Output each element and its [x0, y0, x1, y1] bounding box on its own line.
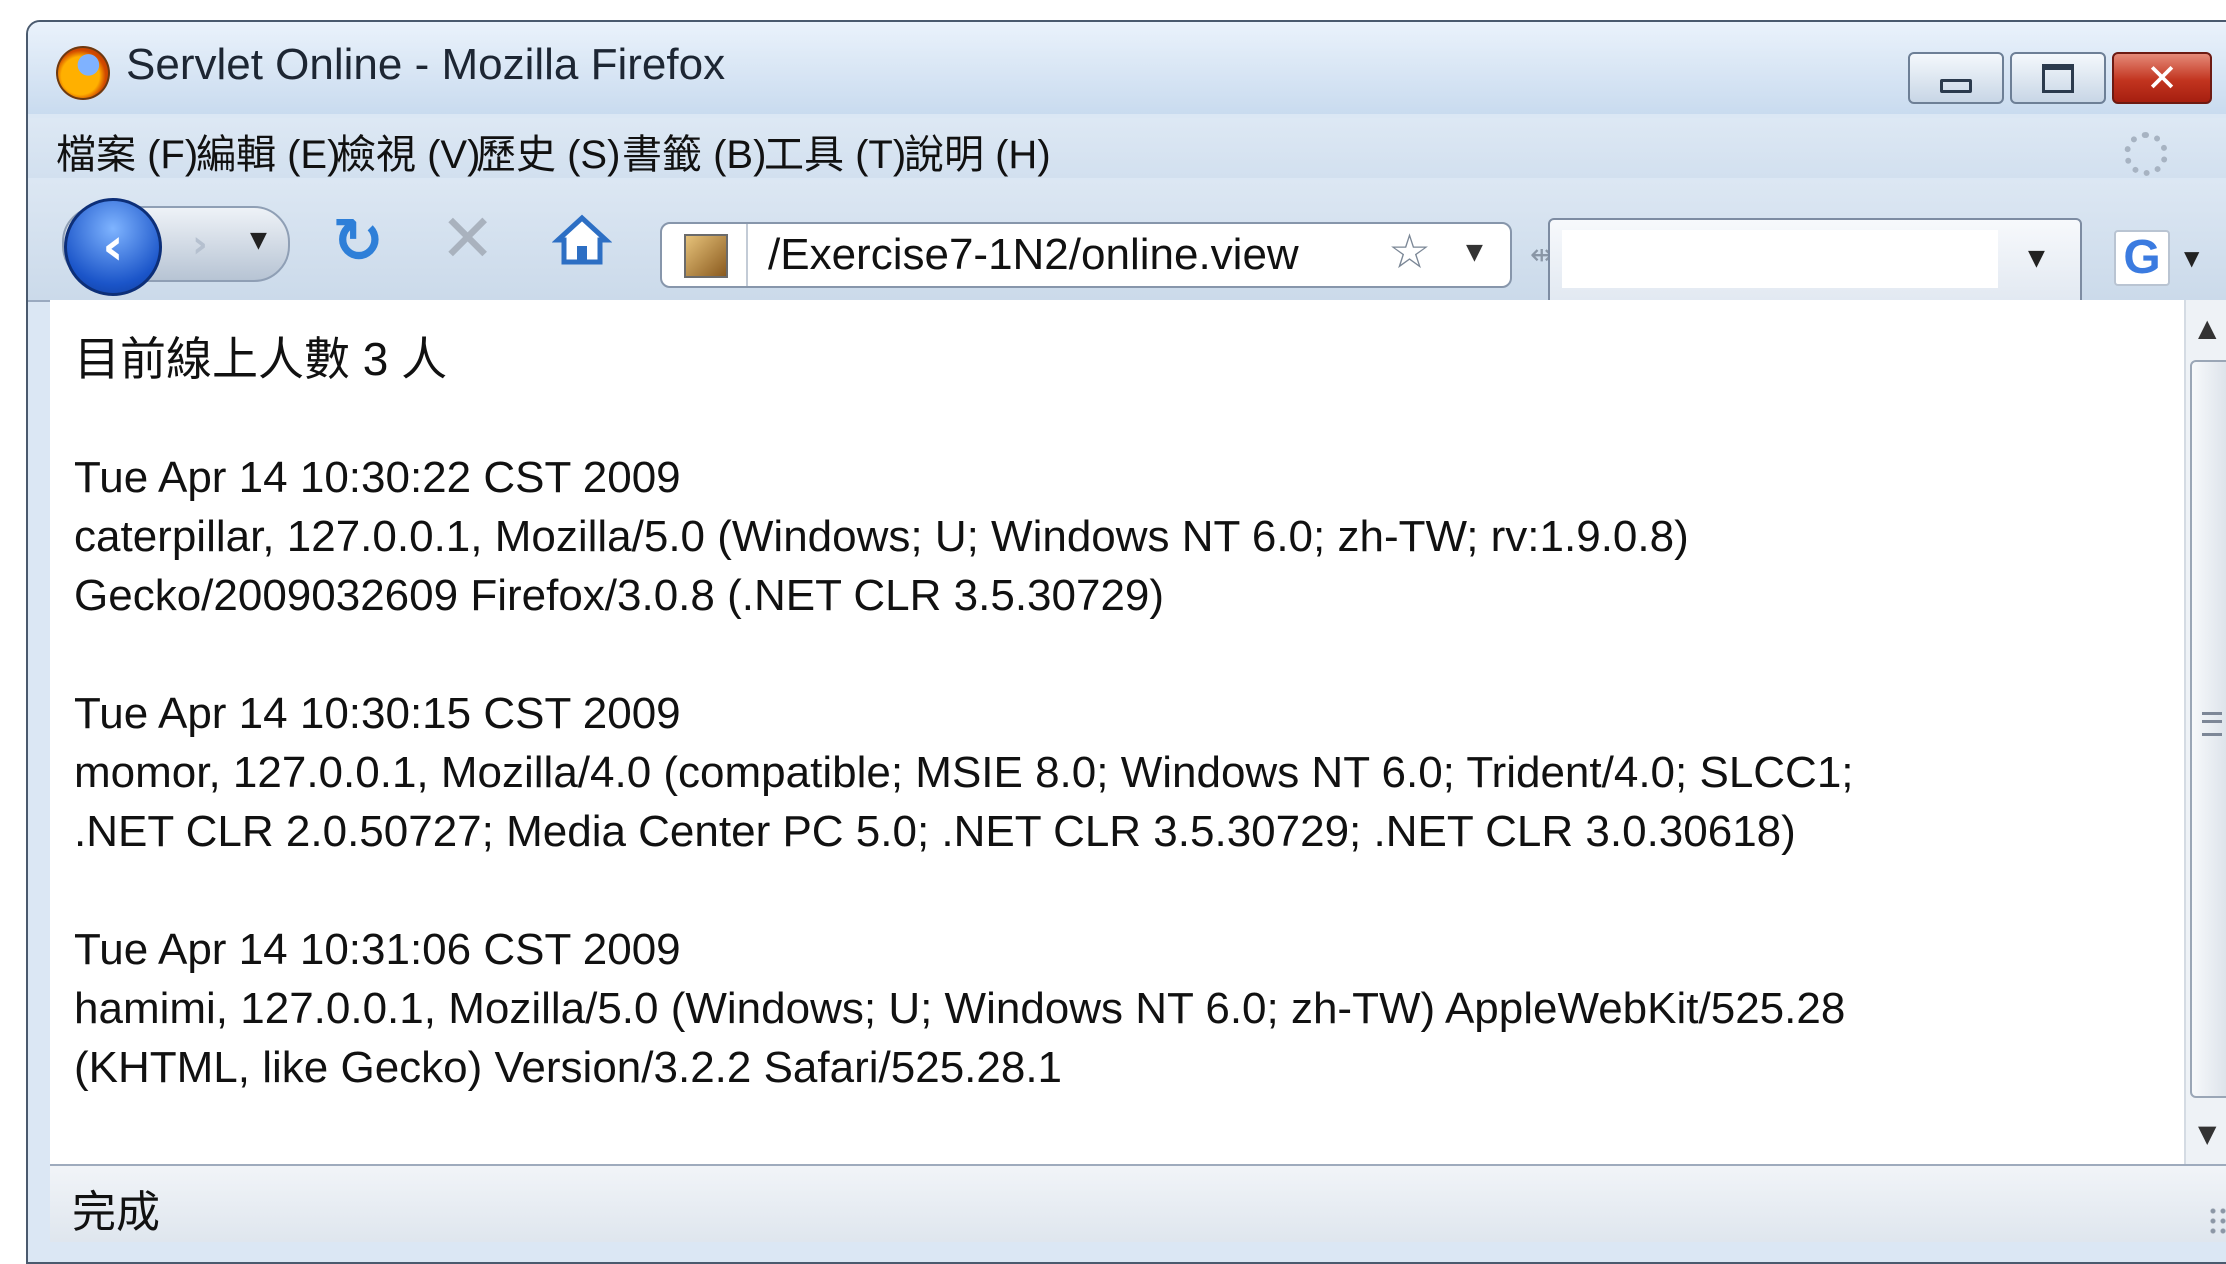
maximize-icon: [2042, 63, 2074, 93]
session-time: Tue Apr 14 10:30:15 CST 2009: [74, 689, 681, 738]
session-entry: Tue Apr 14 10:30:22 CST 2009 caterpillar…: [74, 448, 2154, 625]
minimize-button[interactable]: [1908, 52, 2004, 104]
url-text[interactable]: /Exercise7-1N2/online.view: [768, 230, 1299, 280]
page-content: 目前線上人數 3 人 Tue Apr 14 10:30:22 CST 2009 …: [50, 300, 2184, 1164]
scroll-grip-icon: [2202, 712, 2222, 736]
maximize-button[interactable]: [2010, 52, 2106, 104]
menu-edit[interactable]: 編輯 (E): [196, 122, 340, 180]
scroll-up-icon[interactable]: ▲: [2198, 314, 2216, 342]
throbber-icon: [2124, 132, 2168, 176]
menu-history[interactable]: 歷史 (S): [476, 122, 620, 180]
url-divider: [746, 224, 748, 286]
menu-tools[interactable]: 工具 (T): [764, 122, 906, 180]
stop-icon[interactable]: ✕: [440, 206, 495, 272]
title-bar[interactable]: Servlet Online - Mozilla Firefox ✕: [28, 22, 2226, 114]
forward-arrow-icon: ›: [192, 222, 208, 266]
status-text: 完成: [72, 1187, 160, 1238]
session-entry: Tue Apr 14 10:30:15 CST 2009 momor, 127.…: [74, 684, 2154, 861]
session-detail-line1: caterpillar, 127.0.0.1, Mozilla/5.0 (Win…: [74, 512, 1689, 561]
close-button[interactable]: ✕: [2112, 52, 2212, 104]
url-bar[interactable]: /Exercise7-1N2/online.view ☆ ▼: [660, 222, 1512, 288]
bookmark-star-icon[interactable]: ☆: [1388, 228, 1431, 276]
scroll-thumb[interactable]: [2190, 360, 2226, 1098]
firefox-logo-icon: [56, 46, 110, 100]
session-detail-line2: Gecko/2009032609 Firefox/3.0.8 (.NET CLR…: [74, 571, 1165, 620]
scroll-down-icon[interactable]: ▼: [2198, 1120, 2216, 1148]
history-dropdown-icon[interactable]: ▼: [250, 228, 267, 253]
browser-window: Servlet Online - Mozilla Firefox ✕ 檔案 (F…: [26, 20, 2226, 1264]
search-input[interactable]: [1562, 230, 1998, 288]
session-detail-line1: momor, 127.0.0.1, Mozilla/4.0 (compatibl…: [74, 748, 1854, 797]
online-count: 目前線上人數 3 人: [74, 333, 448, 385]
forward-button[interactable]: ›: [176, 220, 224, 268]
close-icon: ✕: [2146, 56, 2178, 100]
vertical-scrollbar[interactable]: ▲ ▼: [2184, 300, 2226, 1164]
menu-help[interactable]: 說明 (H): [904, 122, 1051, 180]
site-favicon-icon: [684, 234, 728, 278]
back-button[interactable]: ‹: [64, 198, 162, 296]
navigation-toolbar: ‹ › ▼ ↻ ✕ /Exercise7-1N2/online.view ☆ ▼…: [28, 180, 2226, 306]
reload-icon[interactable]: ↻: [332, 210, 384, 272]
menu-file[interactable]: 檔案 (F): [56, 122, 198, 180]
back-forward-group: ‹ › ▼: [62, 198, 290, 296]
back-arrow-icon: ‹: [102, 217, 124, 277]
menu-bookmarks[interactable]: 書籤 (B): [622, 122, 766, 180]
search-dropdown-icon[interactable]: ▼: [2028, 246, 2045, 271]
session-time: Tue Apr 14 10:31:06 CST 2009: [74, 925, 681, 974]
menu-bar: 檔案 (F) 編輯 (E) 檢視 (V) 歷史 (S) 書籤 (B) 工具 (T…: [28, 118, 2226, 178]
session-time: Tue Apr 14 10:30:22 CST 2009: [74, 453, 681, 502]
session-detail-line2: (KHTML, like Gecko) Version/3.2.2 Safari…: [74, 1043, 1063, 1092]
session-entry: Tue Apr 14 10:31:06 CST 2009 hamimi, 127…: [74, 920, 2154, 1097]
status-bar: 完成: [50, 1164, 2226, 1242]
menu-view[interactable]: 檢視 (V): [336, 122, 480, 180]
home-icon[interactable]: [552, 210, 612, 270]
page-text: 目前線上人數 3 人 Tue Apr 14 10:30:22 CST 2009 …: [74, 330, 2154, 1097]
search-engine-dropdown-icon[interactable]: ▼: [2184, 246, 2199, 270]
search-bar: ▼: [1548, 218, 2082, 306]
url-dropdown-icon[interactable]: ▼: [1466, 240, 1483, 265]
window-title: Servlet Online - Mozilla Firefox: [126, 40, 726, 89]
resize-grip-icon[interactable]: [2208, 1206, 2226, 1236]
search-engine-icon[interactable]: G: [2114, 230, 2170, 286]
session-detail-line2: .NET CLR 2.0.50727; Media Center PC 5.0;…: [74, 807, 1796, 856]
minimize-icon: [1940, 79, 1972, 93]
session-detail-line1: hamimi, 127.0.0.1, Mozilla/5.0 (Windows;…: [74, 984, 1846, 1033]
